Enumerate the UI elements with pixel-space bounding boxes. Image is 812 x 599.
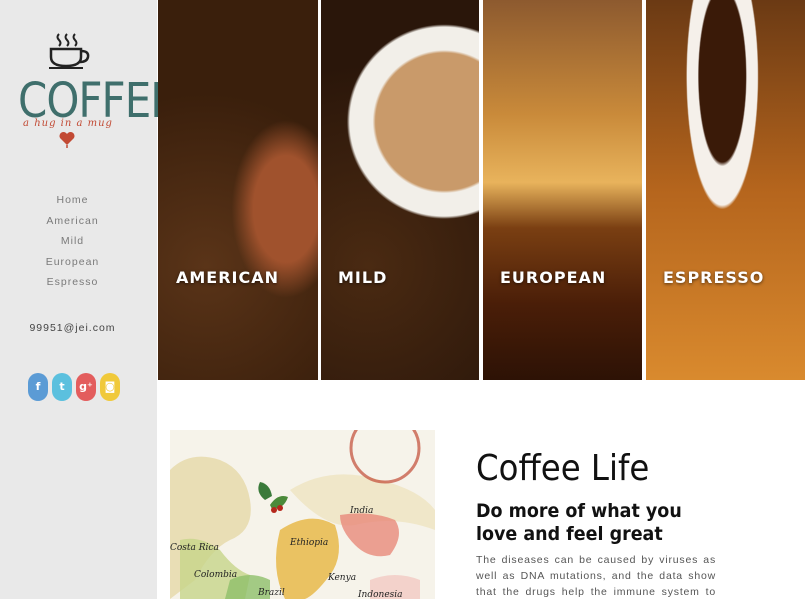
contact-email[interactable]: 99951@jei.com xyxy=(0,322,145,334)
section-subtitle: Do more of what you love and feel great xyxy=(476,500,682,545)
logo-tagline: a hug in a mug xyxy=(23,118,113,129)
section-title: Coffee Life xyxy=(476,448,650,489)
panel-label: MILD xyxy=(338,268,388,287)
map-label: Ethiopia xyxy=(290,538,329,548)
panel-european[interactable]: EUROPEAN xyxy=(483,0,642,380)
coffee-cup-icon xyxy=(49,33,90,69)
coffee-world-map: India Ethiopia Kenya Costa Rica Colombia… xyxy=(170,430,435,599)
sidebar: COFFEE a hug in a mug Home American Mild… xyxy=(0,0,177,599)
nav-espresso[interactable]: Espresso xyxy=(0,275,145,296)
panel-label: AMERICAN xyxy=(176,268,280,287)
instagram-icon[interactable]: ◙ xyxy=(100,373,120,401)
panel-label: EUROPEAN xyxy=(500,268,607,287)
map-label: Costa Rica xyxy=(170,543,219,553)
heart-icon xyxy=(59,131,75,148)
nav-mild[interactable]: Mild xyxy=(0,234,145,255)
map-label: Brazil xyxy=(258,588,285,598)
facebook-icon[interactable]: f xyxy=(28,373,48,401)
map-label: India xyxy=(350,506,374,516)
panel-espresso[interactable]: ESPRESSO xyxy=(646,0,805,380)
panel-label: ESPRESSO xyxy=(663,268,765,287)
panel-mild[interactable]: MILD xyxy=(321,0,479,380)
nav-american[interactable]: American xyxy=(0,214,145,235)
nav-european[interactable]: European xyxy=(0,255,145,276)
map-label: Kenya xyxy=(328,573,357,583)
main-nav: Home American Mild European Espresso xyxy=(0,193,145,296)
panel-american[interactable]: AMERICAN xyxy=(158,0,318,380)
map-label: Indonesia xyxy=(358,590,403,599)
twitter-icon[interactable]: t xyxy=(52,373,72,401)
section-body: The diseases can be caused by viruses as… xyxy=(476,554,716,598)
map-label: Colombia xyxy=(194,570,238,580)
nav-home[interactable]: Home xyxy=(0,193,145,214)
google-plus-icon[interactable]: g⁺ xyxy=(76,373,96,401)
